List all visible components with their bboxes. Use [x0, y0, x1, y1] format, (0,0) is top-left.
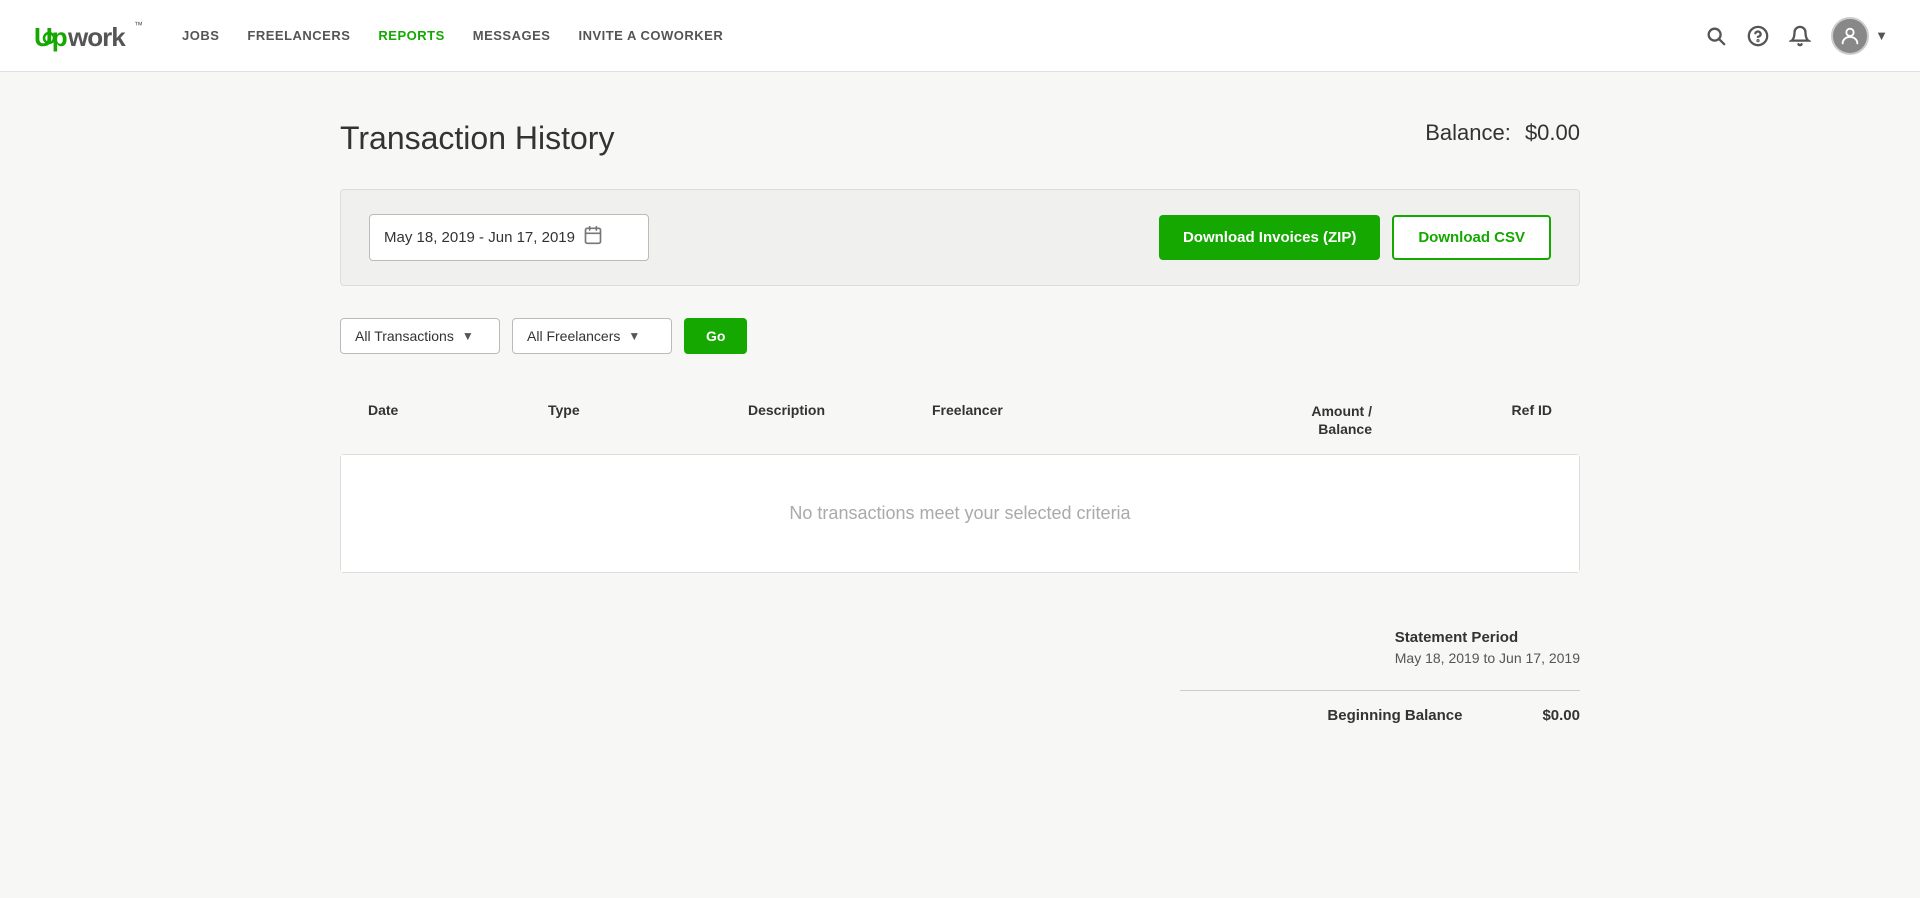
avatar-chevron-icon: ▼ — [1875, 28, 1888, 43]
page-header: Transaction History Balance: $0.00 — [340, 120, 1580, 157]
transactions-filter[interactable]: All Transactions ▼ — [340, 318, 500, 354]
go-button[interactable]: Go — [684, 318, 747, 354]
download-invoices-zip-button[interactable]: Download Invoices (ZIP) — [1159, 215, 1380, 260]
calendar-icon — [583, 225, 603, 250]
col-header-refid: Ref ID — [1372, 402, 1552, 438]
transactions-filter-label: All Transactions — [355, 328, 454, 344]
upwork-logo[interactable]: Up work ™ — [32, 18, 142, 54]
freelancers-filter-label: All Freelancers — [527, 328, 620, 344]
svg-text:Up: Up — [34, 22, 67, 52]
nav-item-invite[interactable]: INVITE A COWORKER — [578, 28, 723, 43]
statement-period-value: May 18, 2019 to Jun 17, 2019 — [1395, 650, 1580, 666]
beginning-balance-label: Beginning Balance — [1327, 707, 1462, 724]
nav-item-reports[interactable]: REPORTS — [378, 28, 444, 43]
date-range-text: May 18, 2019 - Jun 17, 2019 — [384, 229, 575, 246]
col-header-type: Type — [548, 402, 748, 438]
svg-text:work: work — [67, 22, 126, 52]
empty-state-message: No transactions meet your selected crite… — [341, 455, 1579, 572]
download-csv-button[interactable]: Download CSV — [1392, 215, 1551, 260]
statement-period-label: Statement Period — [1395, 629, 1580, 646]
nav-item-jobs[interactable]: JOBS — [182, 28, 219, 43]
search-icon[interactable] — [1705, 25, 1727, 47]
col-header-description: Description — [748, 402, 932, 438]
main-header: Up work ™ JOBS FREELANCERS REPORTS MESSA… — [0, 0, 1920, 72]
filter-row: All Transactions ▼ All Freelancers ▼ Go — [340, 318, 1580, 354]
main-nav: JOBS FREELANCERS REPORTS MESSAGES INVITE… — [182, 28, 1705, 43]
col-header-date: Date — [368, 402, 548, 438]
table-area: No transactions meet your selected crite… — [340, 454, 1580, 573]
avatar — [1831, 17, 1869, 55]
beginning-balance-value: $0.00 — [1542, 707, 1580, 724]
user-avatar-area[interactable]: ▼ — [1831, 17, 1888, 55]
col-header-amount: Amount /Balance — [1172, 402, 1372, 438]
nav-item-messages[interactable]: MESSAGES — [473, 28, 551, 43]
svg-text:™: ™ — [134, 20, 142, 30]
nav-item-freelancers[interactable]: FREELANCERS — [247, 28, 350, 43]
freelancers-filter[interactable]: All Freelancers ▼ — [512, 318, 672, 354]
summary-area: Statement Period May 18, 2019 to Jun 17,… — [340, 621, 1580, 724]
table-header: Date Type Description Freelancer Amount … — [340, 386, 1580, 454]
download-buttons: Download Invoices (ZIP) Download CSV — [1159, 215, 1551, 260]
date-range-picker[interactable]: May 18, 2019 - Jun 17, 2019 — [369, 214, 649, 261]
notifications-icon[interactable] — [1789, 25, 1811, 47]
balance-label: Balance: — [1425, 120, 1511, 145]
main-content: Transaction History Balance: $0.00 May 1… — [260, 72, 1660, 804]
help-icon[interactable] — [1747, 25, 1769, 47]
balance-area: Balance: $0.00 — [1425, 120, 1580, 146]
beginning-balance-row: Beginning Balance $0.00 — [1180, 690, 1580, 724]
transactions-dropdown-arrow-icon: ▼ — [462, 329, 474, 343]
statement-period-block: Statement Period May 18, 2019 to Jun 17,… — [1395, 629, 1580, 666]
page-title: Transaction History — [340, 120, 614, 157]
freelancers-dropdown-arrow-icon: ▼ — [628, 329, 640, 343]
filter-panel: May 18, 2019 - Jun 17, 2019 Download Inv… — [340, 189, 1580, 286]
balance-value: $0.00 — [1525, 120, 1580, 145]
col-header-freelancer: Freelancer — [932, 402, 1172, 438]
amount-balance-label: Amount /Balance — [1172, 402, 1372, 438]
header-actions: ▼ — [1705, 17, 1888, 55]
